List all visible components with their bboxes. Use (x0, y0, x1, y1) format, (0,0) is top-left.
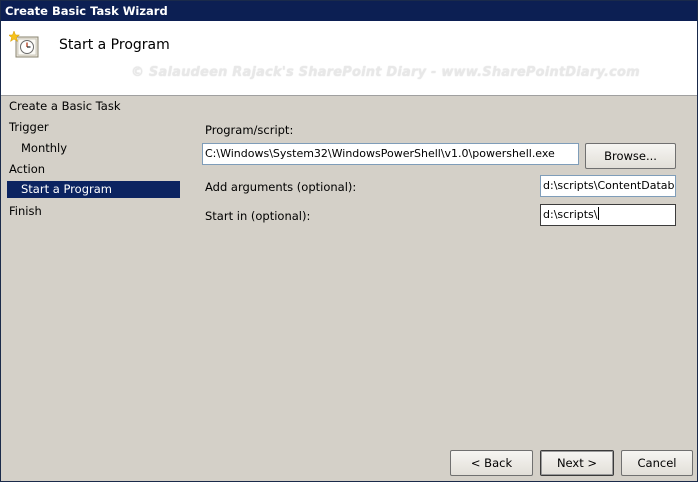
wizard-window: Create Basic Task Wizard Start a Program… (0, 0, 698, 482)
page-title: Start a Program (59, 37, 170, 53)
add-arguments-input[interactable]: d:\scripts\ContentDatab (540, 175, 676, 197)
nav-step-trigger[interactable]: Trigger (9, 119, 49, 136)
program-script-input[interactable]: C:\Windows\System32\WindowsPowerShell\v1… (202, 143, 579, 165)
start-in-value: d:\scripts\ (543, 208, 598, 221)
start-in-label: Start in (optional): (205, 209, 311, 223)
nav-step-monthly[interactable]: Monthly (21, 140, 67, 157)
nav-step-start-a-program[interactable]: Start a Program (7, 181, 180, 198)
wizard-steps-nav: Create a Basic Task Trigger Monthly Acti… (1, 96, 191, 436)
cancel-button[interactable]: Cancel (621, 450, 693, 476)
add-arguments-label: Add arguments (optional): (205, 180, 357, 194)
program-script-label: Program/script: (205, 123, 294, 137)
watermark-text: © Salaudeen Rajack's SharePoint Diary - … (131, 65, 640, 80)
browse-button[interactable]: Browse... (585, 143, 676, 169)
task-scheduler-clock-icon (7, 28, 41, 60)
title-bar[interactable]: Create Basic Task Wizard (1, 1, 697, 21)
text-caret (598, 207, 600, 220)
wizard-header: Start a Program © Salaudeen Rajack's Sha… (1, 21, 697, 96)
next-button[interactable]: Next > (540, 450, 614, 476)
window-title: Create Basic Task Wizard (5, 4, 168, 18)
nav-step-finish[interactable]: Finish (9, 203, 42, 220)
back-button[interactable]: < Back (450, 450, 533, 476)
nav-step-action[interactable]: Action (9, 161, 45, 178)
nav-step-create-basic-task[interactable]: Create a Basic Task (9, 98, 121, 115)
start-in-input[interactable]: d:\scripts\ (540, 204, 676, 226)
